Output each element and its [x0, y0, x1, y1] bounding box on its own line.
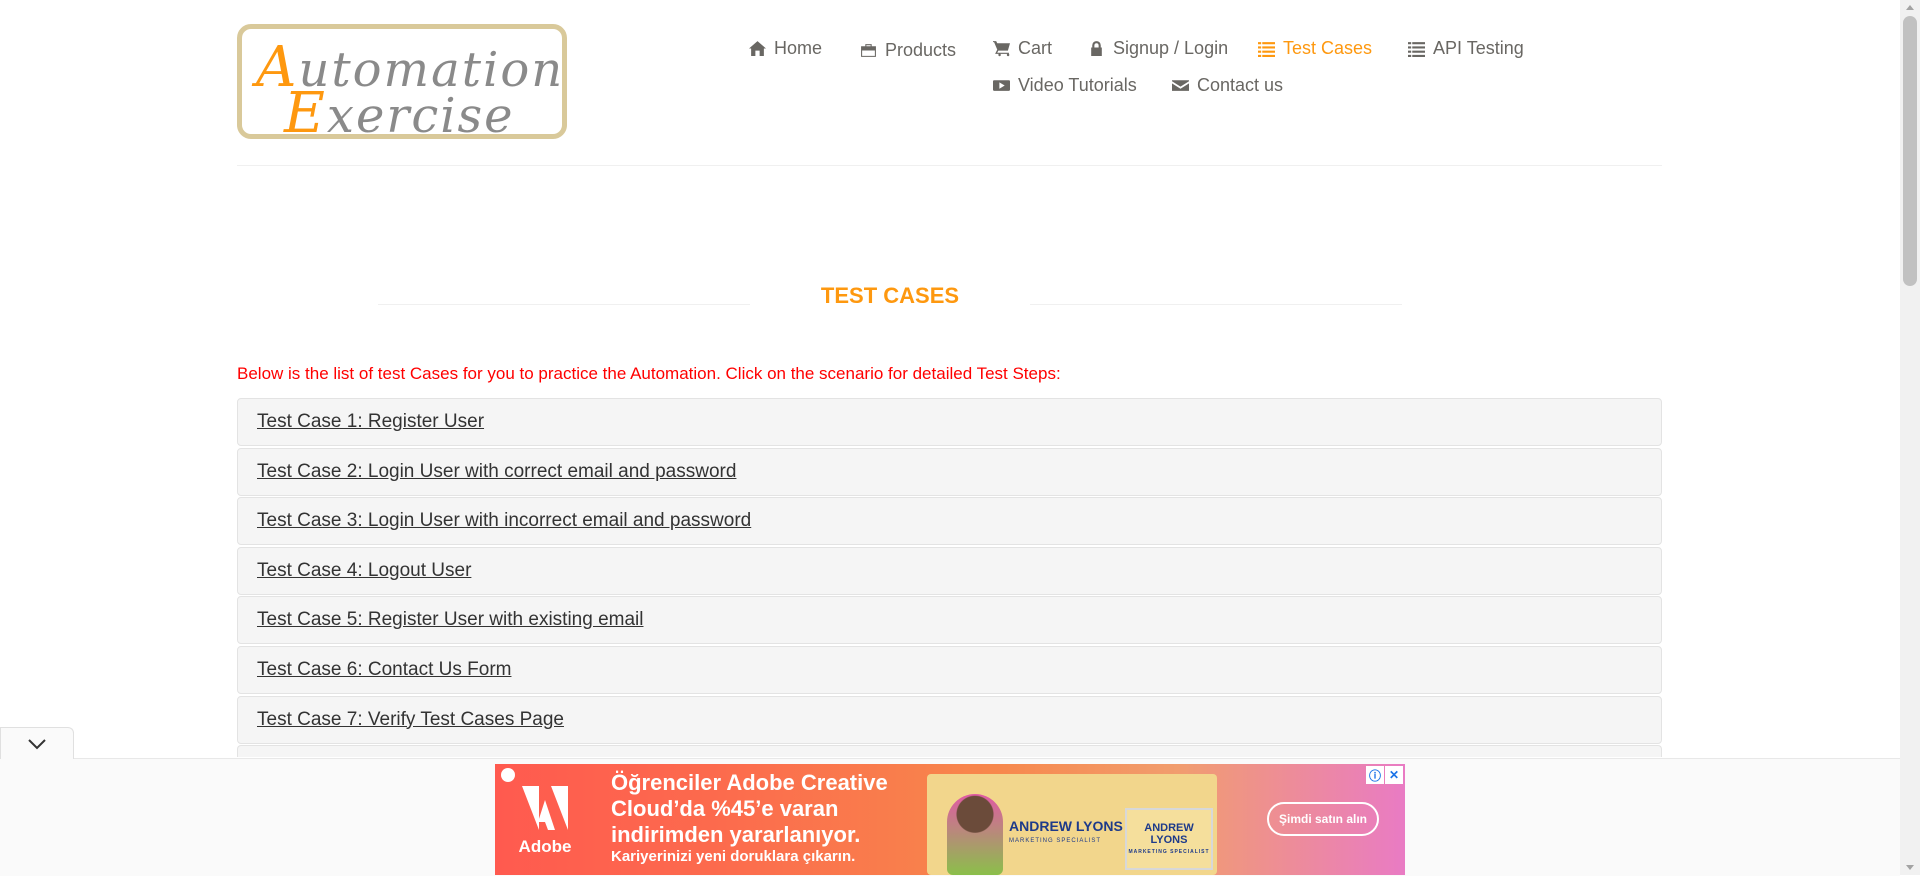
ad-cta-button[interactable]: Şimdi satın alın	[1267, 802, 1379, 836]
test-case-row[interactable]: Test Case 2: Login User with correct ema…	[237, 447, 1662, 496]
test-case-link[interactable]: Test Case 6: Contact Us Form	[257, 659, 511, 681]
home-icon	[749, 41, 766, 56]
test-case-link[interactable]: Test Case 2: Login User with correct ema…	[257, 461, 736, 483]
nav-api-testing[interactable]: API Testing	[1408, 38, 1524, 59]
ad-privacy-icon[interactable]	[501, 768, 515, 782]
test-case-list: Test Case 1: Register User Test Case 2: …	[237, 398, 1662, 759]
nav-cart[interactable]: Cart	[993, 38, 1052, 59]
test-case-row[interactable]: Test Case 7: Verify Test Cases Page	[237, 695, 1662, 744]
chevron-down-icon	[28, 738, 46, 749]
nav-products[interactable]: Products	[860, 40, 956, 61]
test-case-link[interactable]: Test Case 7: Verify Test Cases Page	[257, 709, 564, 731]
nav-contact-us[interactable]: Contact us	[1172, 75, 1283, 96]
test-case-link[interactable]: Test Case 1: Register User	[257, 411, 484, 433]
scroll-up-arrow-icon[interactable]	[1906, 5, 1914, 10]
nav-home[interactable]: Home	[749, 38, 822, 59]
adobe-logo: Adobe	[517, 786, 573, 870]
scroll-down-arrow-icon[interactable]	[1906, 865, 1914, 870]
test-case-row[interactable]: Test Case 3: Login User with incorrect e…	[237, 497, 1662, 546]
test-case-row-partial[interactable]	[237, 745, 1662, 758]
ad-name-card-a: ANDREW LYONS MARKETING SPECIALIST	[1009, 818, 1123, 845]
briefcase-icon	[861, 44, 876, 57]
advertisement[interactable]: Adobe Öğrenciler Adobe Creative Cloud’da…	[495, 764, 1405, 875]
youtube-play-icon	[993, 80, 1010, 91]
envelope-icon	[1172, 80, 1189, 91]
test-case-link[interactable]: Test Case 4: Logout User	[257, 560, 471, 582]
test-case-row[interactable]: Test Case 5: Register User with existing…	[237, 596, 1662, 645]
ad-info-icon[interactable]: ⓘ	[1366, 766, 1384, 784]
scrollbar[interactable]	[1900, 0, 1920, 875]
ad-person-image	[947, 794, 1003, 875]
lock-icon	[1091, 41, 1102, 56]
test-case-row[interactable]: Test Case 1: Register User	[237, 398, 1662, 446]
adobe-a-icon	[522, 786, 568, 830]
page-title: TEST CASES	[820, 283, 960, 308]
nav-video-tutorials[interactable]: Video Tutorials	[993, 75, 1137, 96]
ad-headline: Öğrenciler Adobe Creative Cloud’da %45’e…	[611, 770, 888, 847]
test-case-link[interactable]: Test Case 5: Register User with existing…	[257, 609, 643, 631]
header-divider	[237, 165, 1662, 166]
test-case-row[interactable]: Test Case 6: Contact Us Form	[237, 645, 1662, 694]
list-icon	[1408, 42, 1425, 57]
scroll-thumb[interactable]	[1903, 16, 1917, 286]
nav-signup-login[interactable]: Signup / Login	[1088, 38, 1228, 59]
ad-image: ANDREW LYONS MARKETING SPECIALIST ANDREW…	[927, 774, 1217, 875]
test-case-row[interactable]: Test Case 4: Logout User	[237, 546, 1662, 595]
ad-name-card-b: ANDREW LYONS MARKETING SPECIALIST	[1125, 808, 1213, 870]
title-section: TEST CASES	[378, 283, 1402, 319]
intro-text: Below is the list of test Cases for you …	[237, 364, 1061, 383]
ad-close-icon[interactable]: ✕	[1385, 766, 1403, 784]
ad-subline: Kariyerinizi yeni doruklara çıkarın.	[611, 848, 856, 865]
test-case-link[interactable]: Test Case 3: Login User with incorrect e…	[257, 510, 751, 532]
ad-collapse-toggle[interactable]	[0, 727, 74, 759]
nav-test-cases[interactable]: Test Cases	[1258, 38, 1372, 59]
list-icon	[1258, 42, 1275, 57]
cart-icon	[993, 41, 1010, 57]
main-nav: Home Products Cart Signup / Login Test C…	[0, 36, 1920, 116]
ad-choices: ⓘ ✕	[1366, 766, 1403, 784]
